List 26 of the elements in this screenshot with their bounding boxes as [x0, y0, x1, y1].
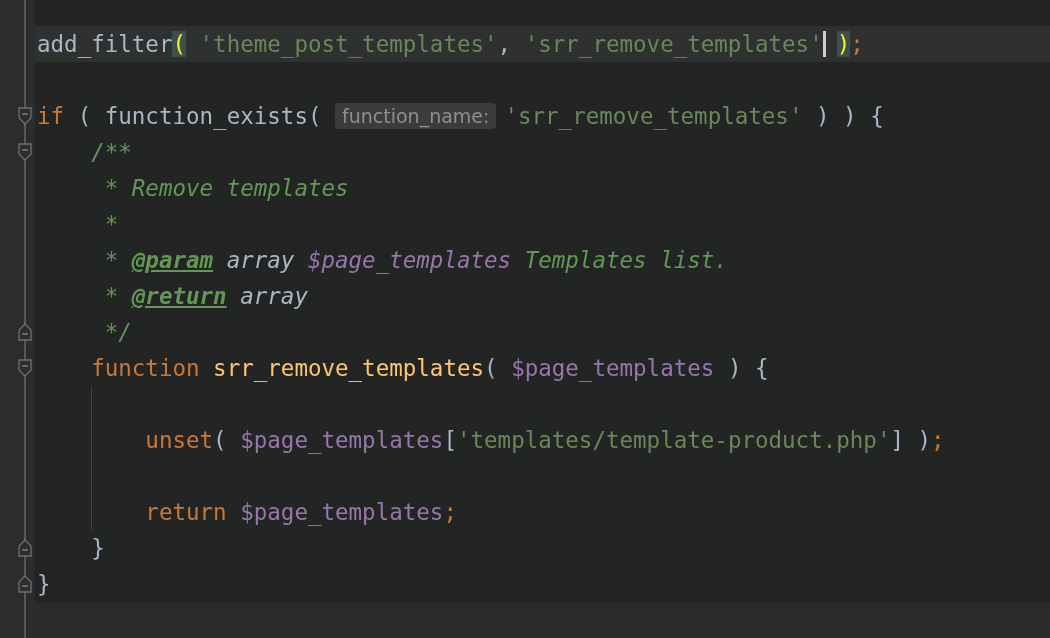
fold-marker-icon[interactable] [18, 107, 32, 125]
code-text: */ [103, 319, 132, 345]
code-text: * @param array $page_templates Templates list. [103, 247, 728, 273]
code-text: return $page_templates; [144, 499, 457, 525]
text-cursor [822, 31, 826, 57]
fold-marker-icon[interactable] [18, 359, 32, 377]
code-text: function srr_remove_templates( $page_templates ) { [90, 355, 769, 381]
fold-marker-icon[interactable] [18, 143, 32, 161]
code-text: add_filter [37, 31, 173, 57]
code-text: } [90, 535, 105, 561]
matched-brace: ( [172, 31, 186, 57]
code-text: * [103, 211, 119, 237]
code-text: 'srr_remove_templates' ) ) { [504, 103, 884, 129]
code-text: ; [850, 31, 864, 57]
fold-marker-icon[interactable] [18, 323, 32, 341]
code-text: if ( function_exists( [37, 103, 323, 129]
code-text: } [37, 571, 51, 597]
code-text: unset( $page_templates['templates/template-product.php'] ); [144, 427, 945, 453]
parameter-hint: function_name: [335, 103, 497, 129]
matched-brace: ) [836, 31, 851, 57]
code-text: * Remove templates [103, 175, 349, 201]
code-text: * @return array [103, 283, 308, 309]
fold-marker-icon[interactable] [18, 539, 32, 557]
code-text: /** [90, 139, 132, 165]
fold-marker-icon[interactable] [18, 575, 32, 593]
code-text: 'theme_post_templates', 'srr_remove_templates' [198, 31, 823, 57]
